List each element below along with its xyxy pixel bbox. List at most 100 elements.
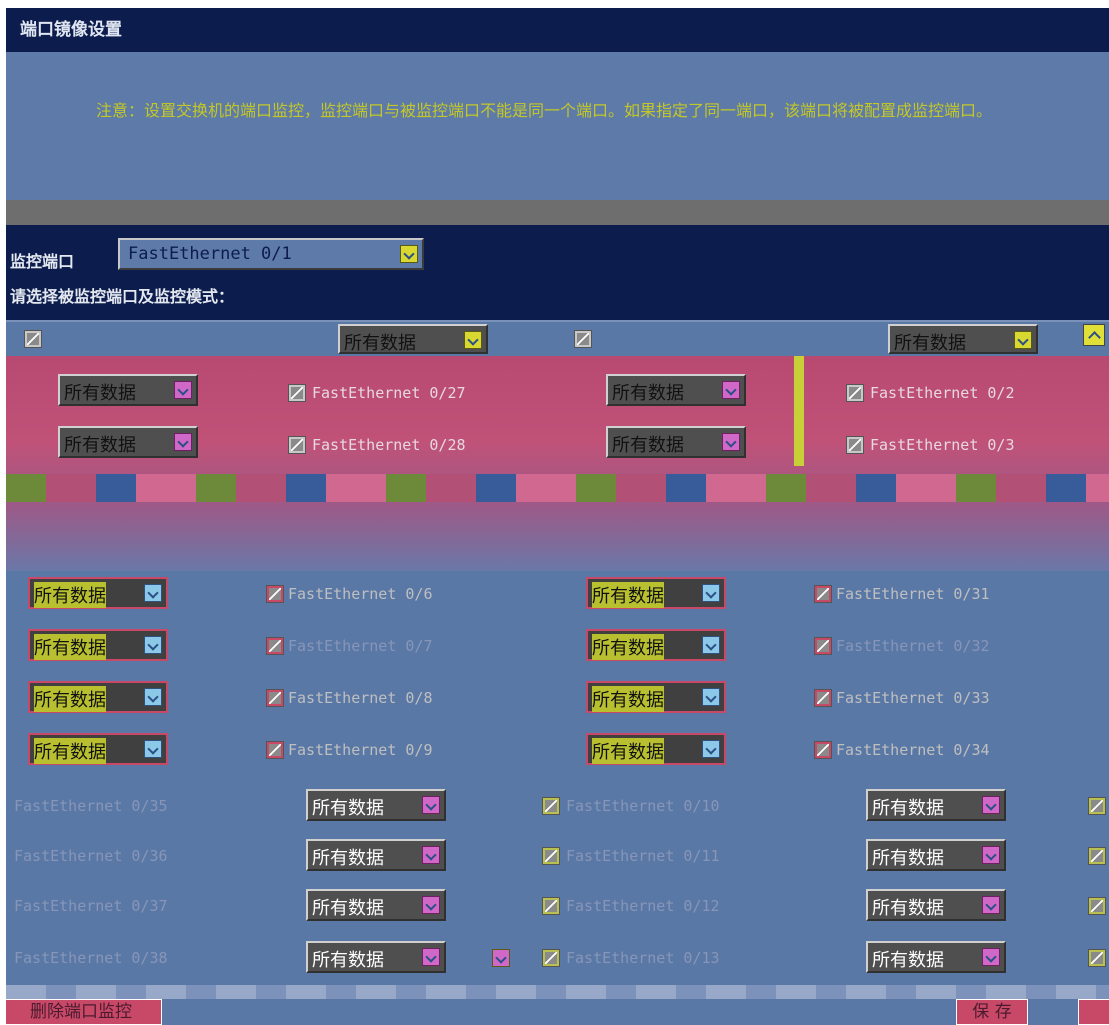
chevron-down-icon[interactable] [702, 740, 720, 758]
port-checkbox[interactable] [1088, 897, 1106, 915]
port-checkbox[interactable] [1088, 949, 1106, 967]
port-name: FastEthernet 0/3 [870, 436, 1015, 454]
port-checkbox[interactable] [266, 637, 284, 655]
rendering-artifact-band: 所有数据 FastEthernet 0/27 所有数据 FastEthernet… [6, 356, 1109, 571]
chevron-down-icon[interactable] [144, 636, 162, 654]
port-name: FastEthernet 0/10 [566, 797, 720, 815]
chevron-down-icon[interactable] [174, 433, 192, 451]
mode-select[interactable]: 所有数据 [586, 681, 726, 713]
chevron-down-icon[interactable] [1014, 331, 1032, 349]
port-name: FastEthernet 0/11 [566, 847, 720, 865]
port-checkbox[interactable] [542, 797, 560, 815]
chevron-down-icon[interactable] [702, 584, 720, 602]
mode-select[interactable]: 所有数据 [606, 374, 746, 406]
action-bar: 删除端口监控 保 存 [6, 985, 1109, 1025]
port-row: 所有数据 FastEthernet 0/9 所有数据 FastEthernet … [6, 729, 1109, 769]
port-checkbox[interactable] [288, 436, 306, 454]
port-row: FastEthernet 0/38 所有数据 FastEthernet 0/13… [6, 937, 1109, 977]
port-checkbox[interactable] [542, 949, 560, 967]
delete-mirror-button[interactable]: 删除端口监控 [6, 999, 162, 1025]
chevron-down-icon[interactable] [400, 245, 418, 263]
cancel-button[interactable] [1078, 999, 1109, 1025]
mode-select[interactable]: 所有数据 [306, 889, 446, 921]
mode-select[interactable]: 所有数据 [586, 733, 726, 765]
chevron-down-icon[interactable] [422, 896, 440, 914]
monitor-port-label: 监控端口 [10, 252, 75, 271]
chevron-down-icon[interactable] [982, 796, 1000, 814]
mode-select[interactable]: 所有数据 [866, 941, 1006, 973]
port-checkbox[interactable] [814, 741, 832, 759]
port-checkbox[interactable] [1088, 797, 1106, 815]
mode-select[interactable]: 所有数据 [28, 629, 168, 661]
mode-select[interactable]: 所有数据 [586, 629, 726, 661]
chevron-down-icon[interactable] [722, 433, 740, 451]
port-checkbox[interactable] [814, 585, 832, 603]
port-checkbox[interactable] [266, 585, 284, 603]
port-checkbox[interactable] [846, 384, 864, 402]
mode-select[interactable]: 所有数据 [866, 889, 1006, 921]
port-row: 所有数据 FastEthernet 0/7 所有数据 FastEthernet … [6, 625, 1109, 665]
port-checkbox[interactable] [266, 689, 284, 707]
mode-select[interactable]: 所有数据 [58, 426, 198, 458]
chevron-down-icon[interactable] [722, 381, 740, 399]
port-name: FastEthernet 0/2 [870, 384, 1015, 402]
mode-select[interactable]: 所有数据 [888, 324, 1038, 354]
chevron-down-icon[interactable] [702, 688, 720, 706]
mode-select[interactable]: 所有数据 [306, 789, 446, 821]
mode-select[interactable]: 所有数据 [28, 733, 168, 765]
mode-select[interactable]: 所有数据 [606, 426, 746, 458]
port-checkbox[interactable] [288, 384, 306, 402]
chevron-down-icon[interactable] [174, 381, 192, 399]
chevron-down-icon[interactable] [144, 584, 162, 602]
port-name: FastEthernet 0/35 [14, 797, 168, 815]
monitor-port-select[interactable]: FastEthernet 0/1 [118, 238, 424, 270]
port-checkbox[interactable] [846, 436, 864, 454]
chevron-down-icon[interactable] [144, 740, 162, 758]
chevron-down-icon[interactable] [982, 948, 1000, 966]
port-row: FastEthernet 0/35 所有数据 FastEthernet 0/10… [6, 785, 1109, 825]
mode-select[interactable]: 所有数据 [866, 789, 1006, 821]
chevron-down-icon[interactable] [492, 949, 510, 967]
chevron-down-icon[interactable] [982, 846, 1000, 864]
action-bar-inner: 删除端口监控 保 存 [6, 999, 1109, 1025]
mode-select[interactable]: 所有数据 [28, 681, 168, 713]
chevron-down-icon[interactable] [702, 636, 720, 654]
port-name: FastEthernet 0/31 [836, 585, 990, 603]
mode-select[interactable]: 所有数据 [58, 374, 198, 406]
port-checkbox[interactable] [1088, 847, 1106, 865]
save-button[interactable]: 保 存 [956, 999, 1028, 1025]
port-row: FastEthernet 0/36 所有数据 FastEthernet 0/11… [6, 835, 1109, 875]
port-name: FastEthernet 0/27 [312, 384, 466, 402]
port-checkbox[interactable] [814, 689, 832, 707]
port-checkbox[interactable] [266, 741, 284, 759]
chevron-down-icon[interactable] [422, 796, 440, 814]
port-checkbox[interactable] [542, 897, 560, 915]
mode-select[interactable]: 所有数据 [586, 577, 726, 609]
chevron-down-icon[interactable] [144, 688, 162, 706]
port-checkbox[interactable] [814, 637, 832, 655]
notice-area: 注意：设置交换机的端口监控，监控端口与被监控端口不能是同一个端口。如果指定了同一… [6, 52, 1109, 200]
chevron-down-icon[interactable] [982, 896, 1000, 914]
mode-select[interactable]: 所有数据 [306, 941, 446, 973]
port-name: FastEthernet 0/8 [288, 689, 433, 707]
mode-select[interactable]: 所有数据 [338, 324, 488, 354]
port-checkbox[interactable] [574, 330, 592, 348]
mode-select[interactable]: 所有数据 [306, 839, 446, 871]
port-checkbox[interactable] [24, 330, 42, 348]
monitored-ports-list[interactable]: 所有数据 所有数据 所有数据 FastEthernet 0/27 所有数据 Fa [6, 320, 1109, 985]
port-name: FastEthernet 0/32 [836, 637, 990, 655]
port-name: FastEthernet 0/38 [14, 949, 168, 967]
mode-select[interactable]: 所有数据 [28, 577, 168, 609]
port-row: 所有数据 FastEthernet 0/8 所有数据 FastEthernet … [6, 677, 1109, 717]
monitor-port-value: FastEthernet 0/1 [128, 244, 292, 264]
port-checkbox[interactable] [542, 847, 560, 865]
port-name: FastEthernet 0/12 [566, 897, 720, 915]
monitor-port-section: 监控端口 FastEthernet 0/1 请选择被监控端口及监控模式： [6, 225, 1109, 320]
port-name: FastEthernet 0/13 [566, 949, 720, 967]
chevron-down-icon[interactable] [422, 846, 440, 864]
chevron-down-icon[interactable] [422, 948, 440, 966]
port-row: FastEthernet 0/37 所有数据 FastEthernet 0/12… [6, 885, 1109, 925]
chevron-down-icon[interactable] [464, 331, 482, 349]
scroll-up-icon[interactable] [1083, 324, 1105, 346]
mode-select[interactable]: 所有数据 [866, 839, 1006, 871]
